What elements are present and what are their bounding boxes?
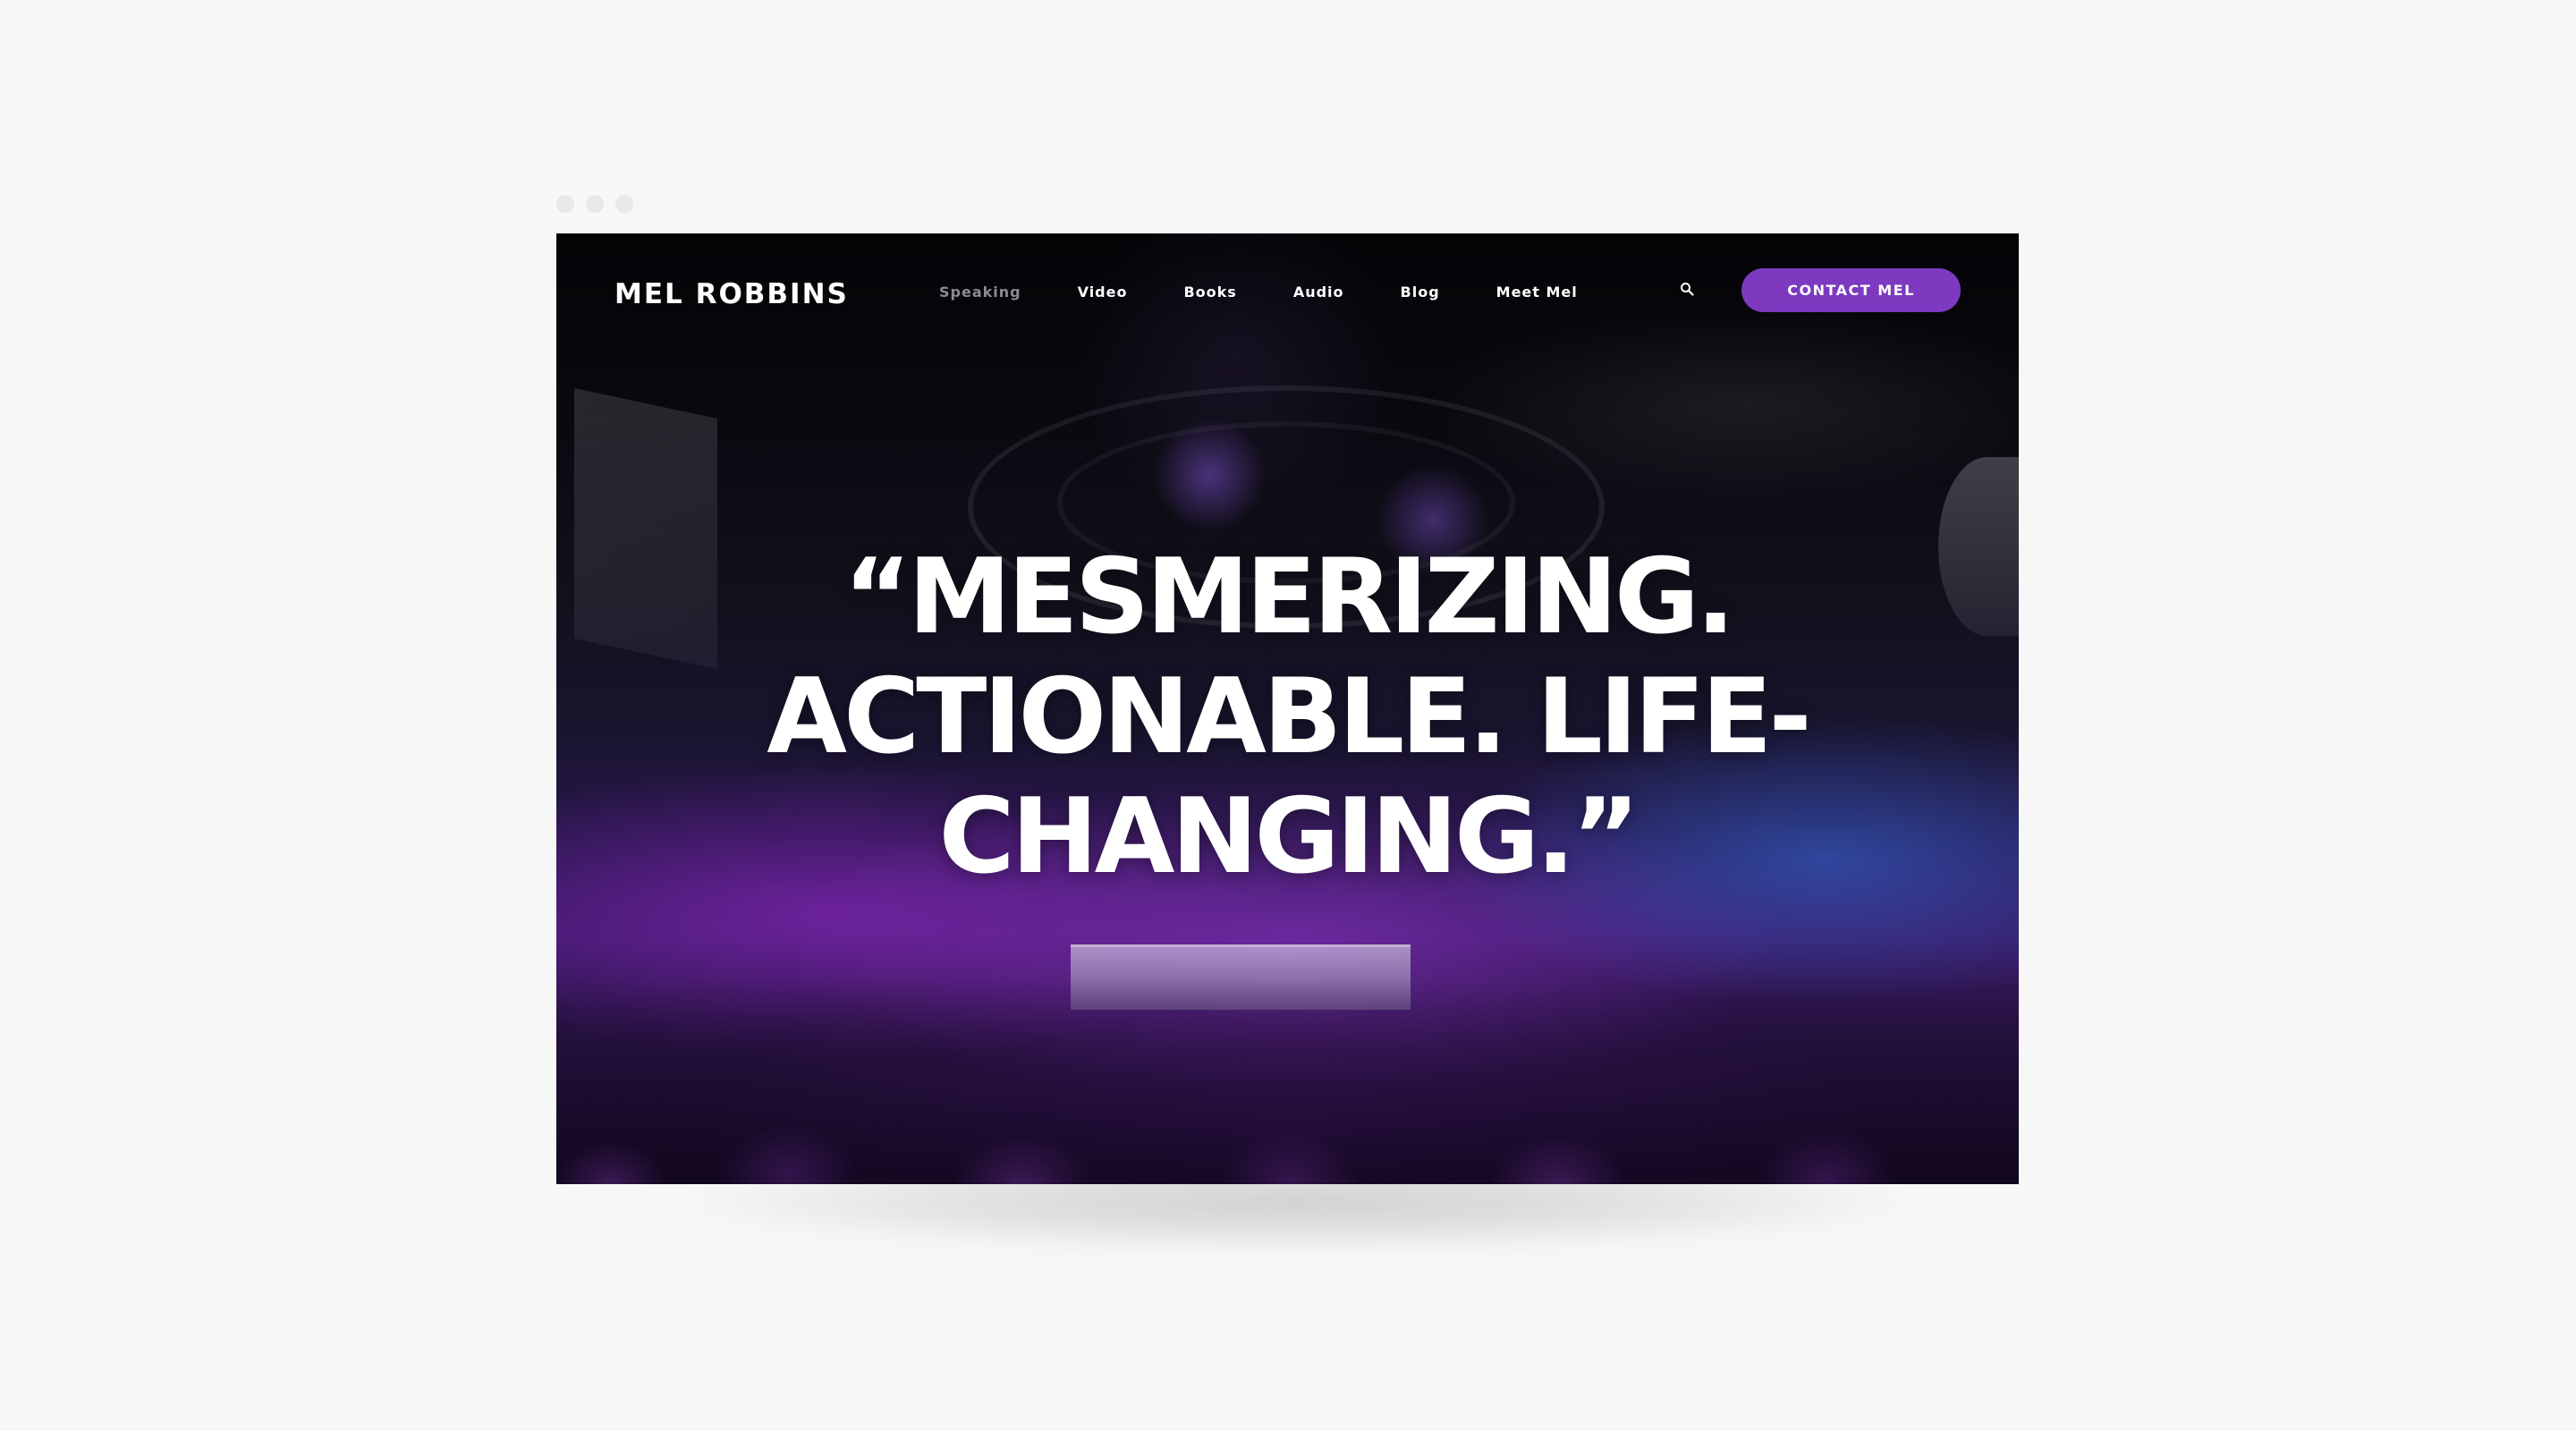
main-nav: Speaking Video Books Audio Blog Meet Mel [939,284,1634,301]
hero-quote-line-3: CHANGING.” [938,776,1640,897]
nav-item-audio[interactable]: Audio [1293,284,1344,301]
window-dot-maximize[interactable] [615,195,633,213]
site-logo[interactable]: MEL ROBBINS [614,278,849,310]
hero-quote-line-1: “MESMERIZING. [843,537,1735,657]
nav-item-blog[interactable]: Blog [1401,284,1440,301]
nav-item-speaking[interactable]: Speaking [939,284,1021,301]
hero-quote-line-2: ACTIONABLE. LIFE- [767,656,1811,777]
browser-window: MEL ROBBINS Speaking Video Books Audio B… [556,233,2019,1184]
page: MEL ROBBINS Speaking Video Books Audio B… [0,0,2576,1431]
window-dot-close[interactable] [556,195,574,213]
nav-item-meet-mel[interactable]: Meet Mel [1496,284,1578,301]
nav-item-video[interactable]: Video [1078,284,1128,301]
contact-mel-button[interactable]: CONTACT MEL [1741,268,1961,312]
search-icon[interactable] [1680,282,1694,296]
window-controls [556,195,633,213]
nav-item-books[interactable]: Books [1183,284,1236,301]
window-dot-minimize[interactable] [586,195,604,213]
site-header: MEL ROBBINS Speaking Video Books Audio B… [556,233,2019,359]
hero-quote: “MESMERIZING. ACTIONABLE. LIFE- CHANGING… [556,538,2019,897]
